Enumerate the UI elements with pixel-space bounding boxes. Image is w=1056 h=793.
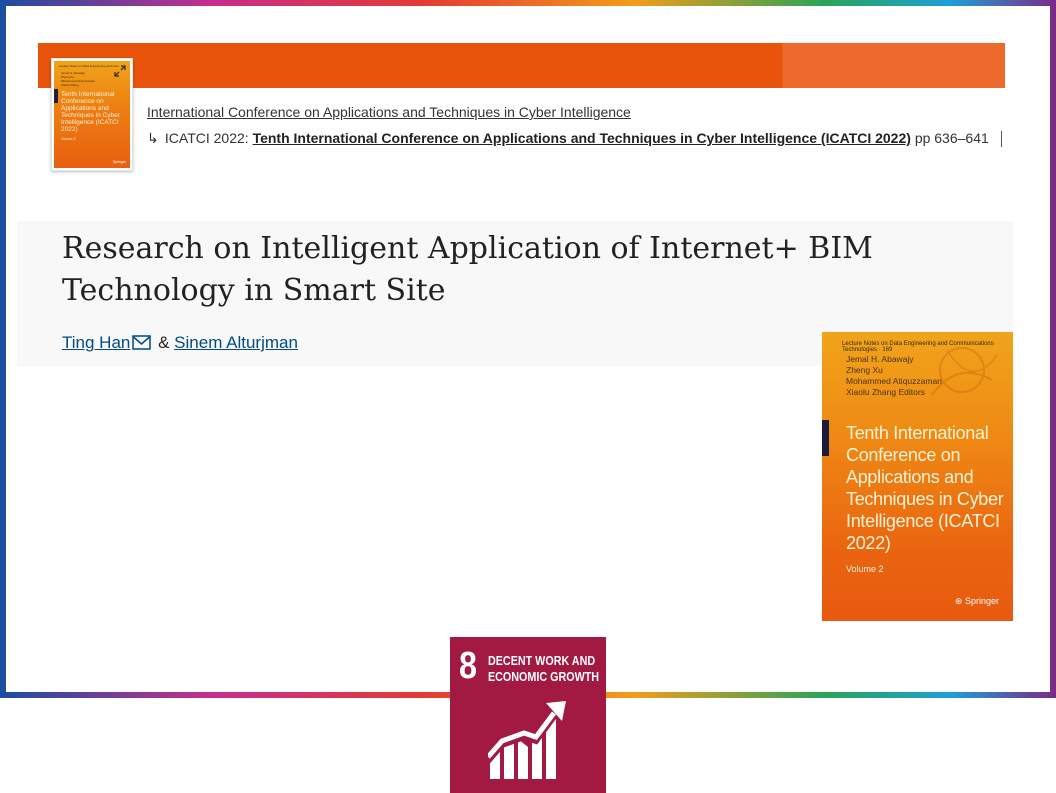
author-separator: & [158,333,170,352]
cover-volume-small: Volume 2 [61,137,76,141]
cover-series: Lecture Notes on Data Engineering and Co… [842,341,994,353]
cover-editor: Jemal H. Abawajy [846,354,914,364]
page-range: pp 636–641 [914,130,989,146]
cover-editors-small: Jemal H. Abawajy Zheng Xu Mohammed Atiqu… [61,71,95,87]
article-title: Research on Intelligent Application of I… [62,231,873,308]
cover-series-small: Lecture Notes on Data Engineering and Co… [59,64,119,68]
cover-publisher: ⊛ Springer [954,596,999,606]
cover-publisher-small: Springer [112,160,126,164]
return-arrow-icon: ↳ [147,130,159,146]
sdg-goal-tile: 8 DECENT WORK AND ECONOMIC GROWTH [450,637,606,793]
cover-editor: Zheng Xu [846,365,883,375]
book-cover-thumbnail[interactable]: Lecture Notes on Data Engineering and Co… [51,58,133,171]
conference-prefix: ICATCI 2022: [164,130,249,146]
series-link[interactable]: International Conference on Applications… [147,104,631,120]
author-link-sinem-alturjman[interactable]: Sinem Alturjman [174,333,298,352]
email-icon[interactable] [132,335,152,350]
cover-title-small: Tenth International Conference on Applic… [61,91,120,133]
cover-stripe [54,89,58,103]
author-link-ting-han[interactable]: Ting Han [62,333,130,352]
conference-title-link[interactable]: Tenth International Conference on Applic… [253,130,911,146]
cover-editor: Xiaolu Zhang Editors [846,387,925,397]
book-cover[interactable]: Lecture Notes on Data Engineering and Co… [822,332,1013,621]
expand-icon[interactable] [113,64,127,78]
header-bar [38,43,1005,88]
cover-art: Lecture Notes on Data Engineering and Co… [54,61,130,168]
author-list: Ting Han & Sinem Alturjman [62,333,298,353]
cover-stripe [822,420,829,456]
growth-chart-icon [488,701,566,779]
cover-editor: Mohammed Atiquzzaman [846,376,942,386]
divider [1000,131,1002,148]
sdg-label: DECENT WORK AND ECONOMIC GROWTH [488,654,600,684]
cover-volume: Volume 2 [846,564,884,574]
sdg-number: 8 [459,645,477,687]
cover-editors: Jemal H. Abawajy Zheng Xu Mohammed Atiqu… [846,354,942,398]
cover-title: Tenth International Conference on Applic… [846,423,1004,553]
conference-breadcrumb: ↳ ICATCI 2022: Tenth International Confe… [147,130,1002,148]
